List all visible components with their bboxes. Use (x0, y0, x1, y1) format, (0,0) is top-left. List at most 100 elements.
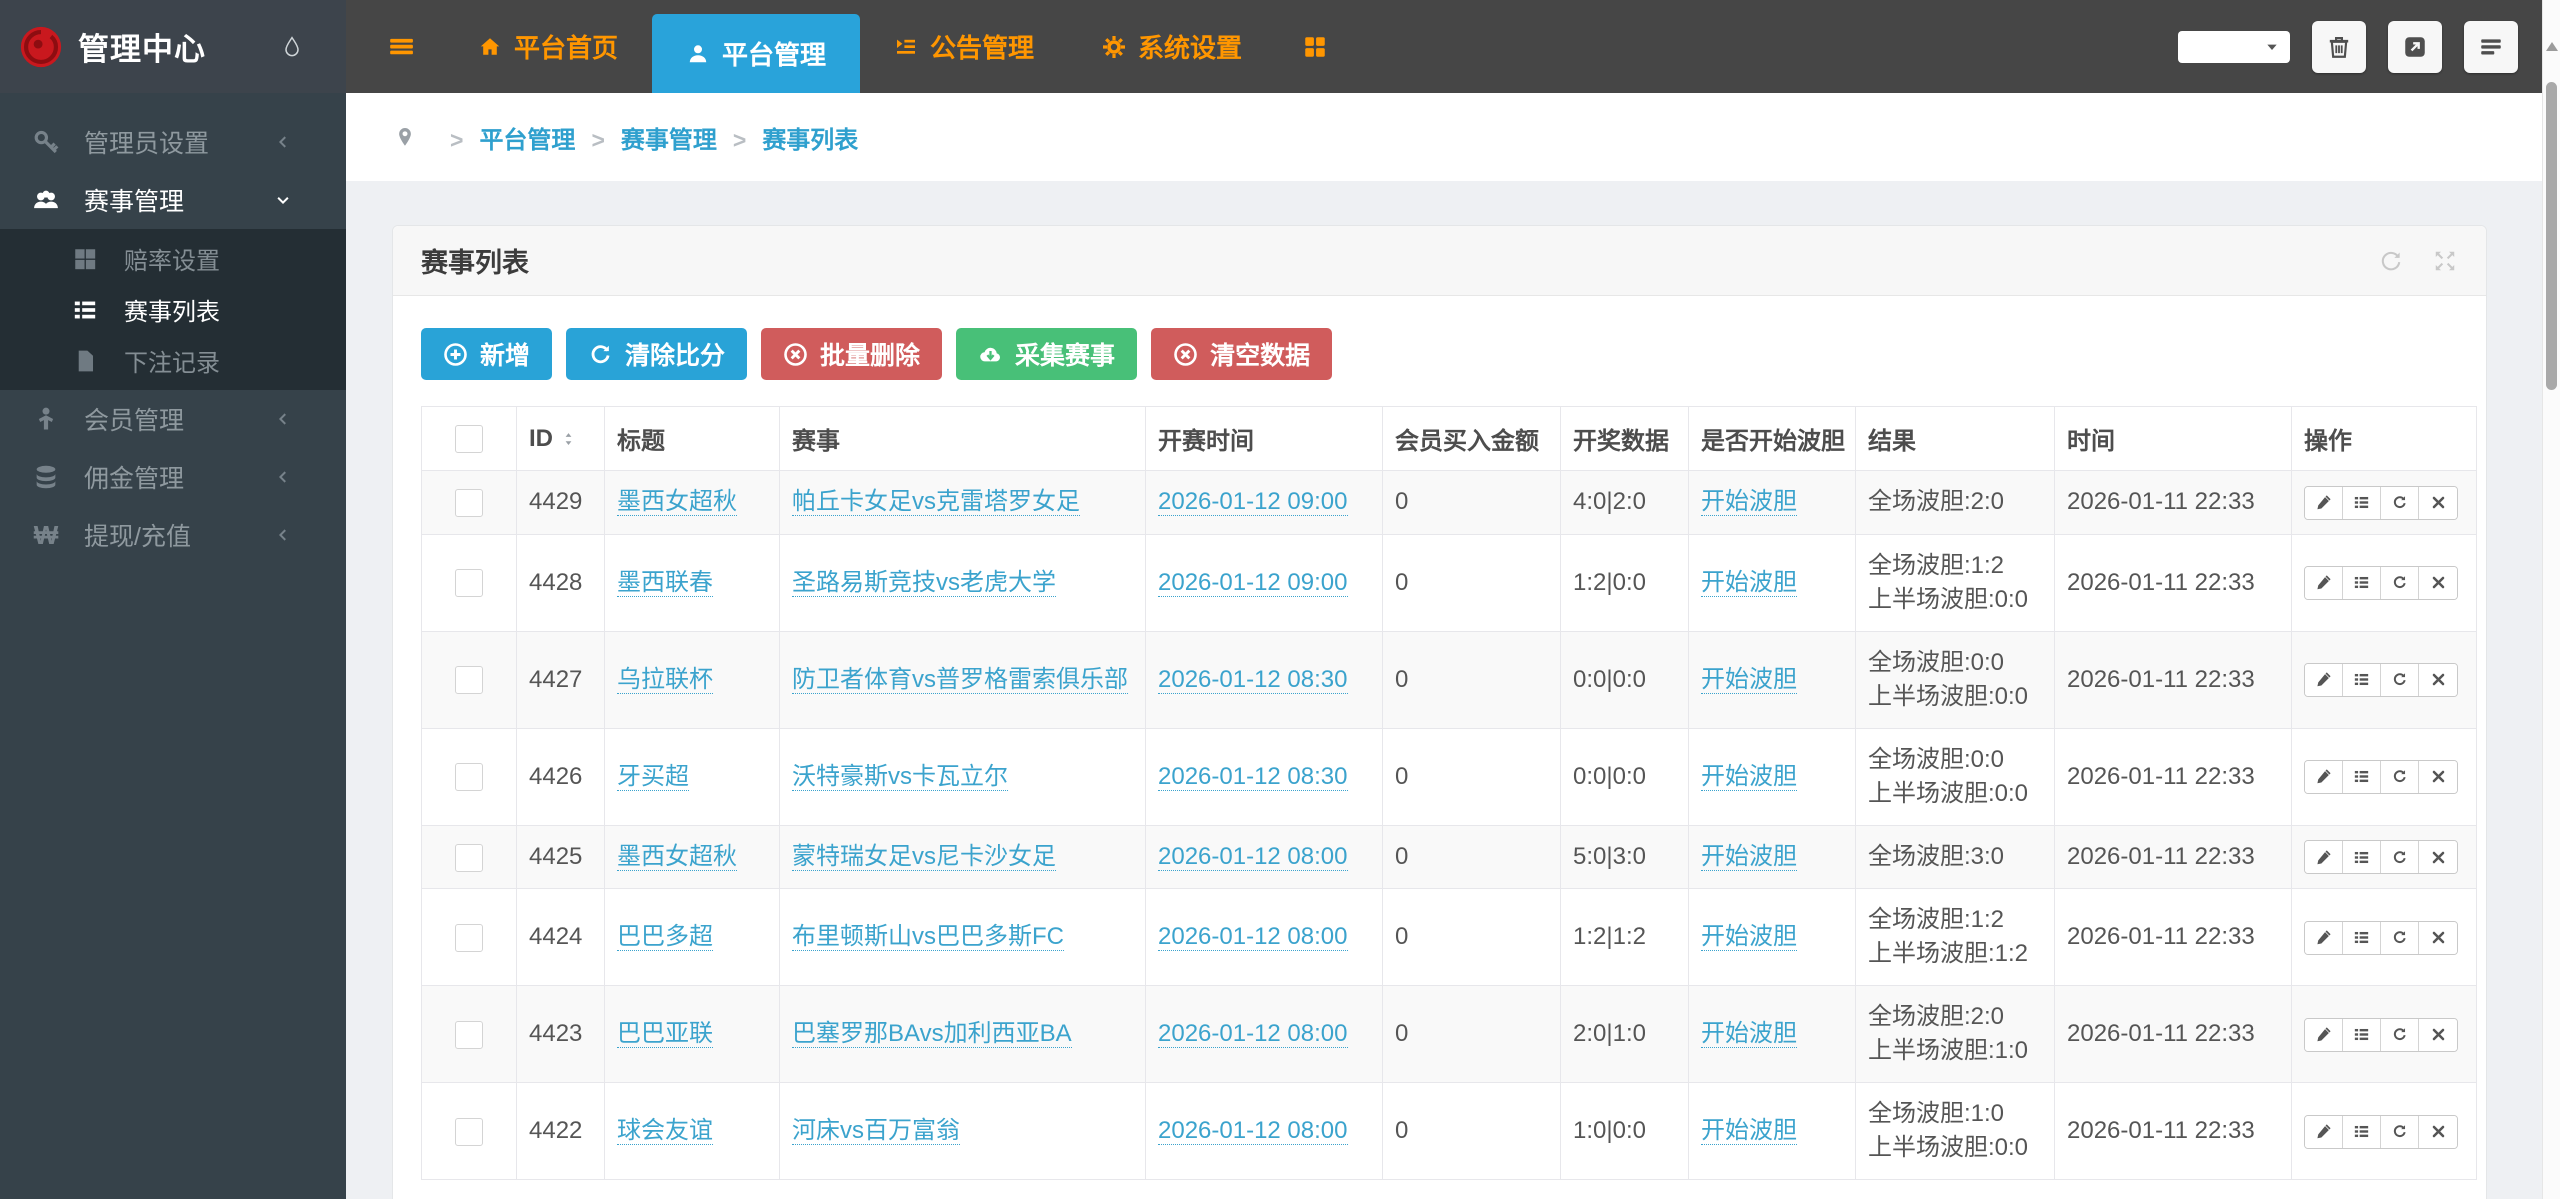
hamburger-icon[interactable] (388, 0, 414, 93)
cell-start-time-link[interactable]: 2026-01-12 08:00 (1158, 1020, 1348, 1049)
row-checkbox[interactable] (455, 569, 483, 598)
cell-start-time-link[interactable]: 2026-01-12 08:00 (1158, 1117, 1348, 1146)
cell-title-link[interactable]: 巴巴亚联 (617, 1020, 713, 1049)
row-edit-button[interactable] (2305, 760, 2343, 793)
cell-start-time-link[interactable]: 2026-01-12 08:00 (1158, 842, 1348, 871)
cell-match-link[interactable]: 沃特豪斯vs卡瓦立尔 (792, 762, 1008, 791)
panel-expand-icon[interactable] (2432, 248, 2458, 274)
row-checkbox[interactable] (455, 1020, 483, 1049)
row-checkbox[interactable] (455, 488, 483, 517)
sidebar-item-admin-settings[interactable]: 管理员设置 (0, 113, 346, 171)
row-list-button[interactable] (2343, 921, 2381, 954)
nav-item-platform-home[interactable]: 平台首页 (444, 0, 652, 93)
sidebar-item-member-manage[interactable]: 会员管理 (0, 390, 346, 448)
row-reload-button[interactable] (2381, 921, 2419, 954)
row-checkbox[interactable] (455, 666, 483, 695)
row-reload-button[interactable] (2381, 841, 2419, 874)
row-list-button[interactable] (2343, 566, 2381, 599)
row-edit-button[interactable] (2305, 486, 2343, 519)
row-delete-button[interactable] (2419, 486, 2457, 519)
cell-title-link[interactable]: 墨西女超秋 (617, 842, 737, 871)
row-reload-button[interactable] (2381, 760, 2419, 793)
sidebar-item-match-manage[interactable]: 赛事管理 (0, 171, 346, 229)
header-select[interactable] (2178, 30, 2290, 63)
row-list-button[interactable] (2343, 486, 2381, 519)
row-list-button[interactable] (2343, 1115, 2381, 1148)
cell-bodan-link[interactable]: 开始波胆 (1701, 1020, 1797, 1049)
cell-bodan-link[interactable]: 开始波胆 (1701, 1117, 1797, 1146)
sidebar-subitem-bet-records[interactable]: 下注记录 (0, 335, 346, 386)
menu-lines-button[interactable] (2464, 20, 2518, 73)
cell-start-time-link[interactable]: 2026-01-12 08:30 (1158, 665, 1348, 694)
sidebar-subitem-match-list[interactable]: 赛事列表 (0, 284, 346, 335)
breadcrumb-link[interactable]: 平台管理 (479, 127, 575, 154)
cell-bodan-link[interactable]: 开始波胆 (1701, 488, 1797, 517)
row-list-button[interactable] (2343, 760, 2381, 793)
cell-bodan-link[interactable]: 开始波胆 (1701, 762, 1797, 791)
row-edit-button[interactable] (2305, 663, 2343, 696)
column-header-id[interactable]: ID (529, 425, 576, 453)
cell-match-link[interactable]: 河床vs百万富翁 (792, 1117, 960, 1146)
row-delete-button[interactable] (2419, 921, 2457, 954)
row-reload-button[interactable] (2381, 663, 2419, 696)
cell-bodan-link[interactable]: 开始波胆 (1701, 665, 1797, 694)
row-checkbox[interactable] (455, 923, 483, 952)
row-edit-button[interactable] (2305, 841, 2343, 874)
row-reload-button[interactable] (2381, 1115, 2419, 1148)
cell-title-link[interactable]: 墨西联春 (617, 568, 713, 597)
cell-title-link[interactable]: 乌拉联杯 (617, 665, 713, 694)
row-delete-button[interactable] (2419, 841, 2457, 874)
cell-bodan-link[interactable]: 开始波胆 (1701, 568, 1797, 597)
scrollbar-up-arrow[interactable] (2546, 42, 2558, 51)
row-delete-button[interactable] (2419, 760, 2457, 793)
cell-match-link[interactable]: 巴塞罗那BAvs加利西亚BA (792, 1020, 1072, 1049)
cell-start-time-link[interactable]: 2026-01-12 08:30 (1158, 762, 1348, 791)
select-all-checkbox[interactable] (455, 424, 483, 453)
clear-data-button[interactable]: 清空数据 (1151, 328, 1333, 380)
cell-start-time-link[interactable]: 2026-01-12 09:00 (1158, 488, 1348, 517)
cell-title-link[interactable]: 巴巴多超 (617, 923, 713, 952)
collect-button[interactable]: 采集赛事 (956, 328, 1138, 380)
row-edit-button[interactable] (2305, 566, 2343, 599)
cell-match-link[interactable]: 圣路易斯竞技vs老虎大学 (792, 568, 1056, 597)
panel-refresh-icon[interactable] (2378, 248, 2404, 274)
cell-title-link[interactable]: 墨西女超秋 (617, 488, 737, 517)
row-list-button[interactable] (2343, 663, 2381, 696)
nav-item-system-settings[interactable]: 系统设置 (1068, 0, 1276, 93)
row-reload-button[interactable] (2381, 486, 2419, 519)
row-delete-button[interactable] (2419, 566, 2457, 599)
row-delete-button[interactable] (2419, 1115, 2457, 1148)
cell-start-time-link[interactable]: 2026-01-12 09:00 (1158, 568, 1348, 597)
cell-bodan-link[interactable]: 开始波胆 (1701, 923, 1797, 952)
cell-match-link[interactable]: 帕丘卡女足vs克雷塔罗女足 (792, 488, 1080, 517)
row-edit-button[interactable] (2305, 921, 2343, 954)
row-list-button[interactable] (2343, 1018, 2381, 1051)
row-checkbox[interactable] (455, 1117, 483, 1146)
batch-delete-button[interactable]: 批量删除 (761, 328, 943, 380)
row-delete-button[interactable] (2419, 1018, 2457, 1051)
trash-button[interactable] (2312, 20, 2366, 73)
breadcrumb-link[interactable]: 赛事管理 (621, 127, 717, 154)
sidebar-item-withdraw-recharge[interactable]: ₩ 提现/充值 (0, 506, 346, 564)
row-list-button[interactable] (2343, 841, 2381, 874)
cell-match-link[interactable]: 布里顿斯山vs巴巴多斯FC (792, 923, 1064, 952)
cell-bodan-link[interactable]: 开始波胆 (1701, 842, 1797, 871)
row-edit-button[interactable] (2305, 1115, 2343, 1148)
clear-score-button[interactable]: 清除比分 (566, 328, 748, 380)
row-reload-button[interactable] (2381, 566, 2419, 599)
breadcrumb-link[interactable]: 赛事列表 (762, 127, 858, 154)
cell-title-link[interactable]: 牙买超 (617, 762, 689, 791)
row-checkbox[interactable] (455, 843, 483, 872)
cell-title-link[interactable]: 球会友谊 (617, 1117, 713, 1146)
external-link-button[interactable] (2388, 20, 2442, 73)
add-button[interactable]: 新增 (421, 328, 553, 380)
sidebar-item-commission-manage[interactable]: 佣金管理 (0, 448, 346, 506)
cell-start-time-link[interactable]: 2026-01-12 08:00 (1158, 923, 1348, 952)
nav-item-platform-manage[interactable]: 平台管理 (652, 14, 861, 93)
cell-match-link[interactable]: 防卫者体育vs普罗格雷索俱乐部 (792, 665, 1128, 694)
scrollbar-thumb[interactable] (2546, 82, 2557, 390)
cell-match-link[interactable]: 蒙特瑞女足vs尼卡沙女足 (792, 842, 1056, 871)
row-checkbox[interactable] (455, 763, 483, 792)
row-edit-button[interactable] (2305, 1018, 2343, 1051)
row-delete-button[interactable] (2419, 663, 2457, 696)
